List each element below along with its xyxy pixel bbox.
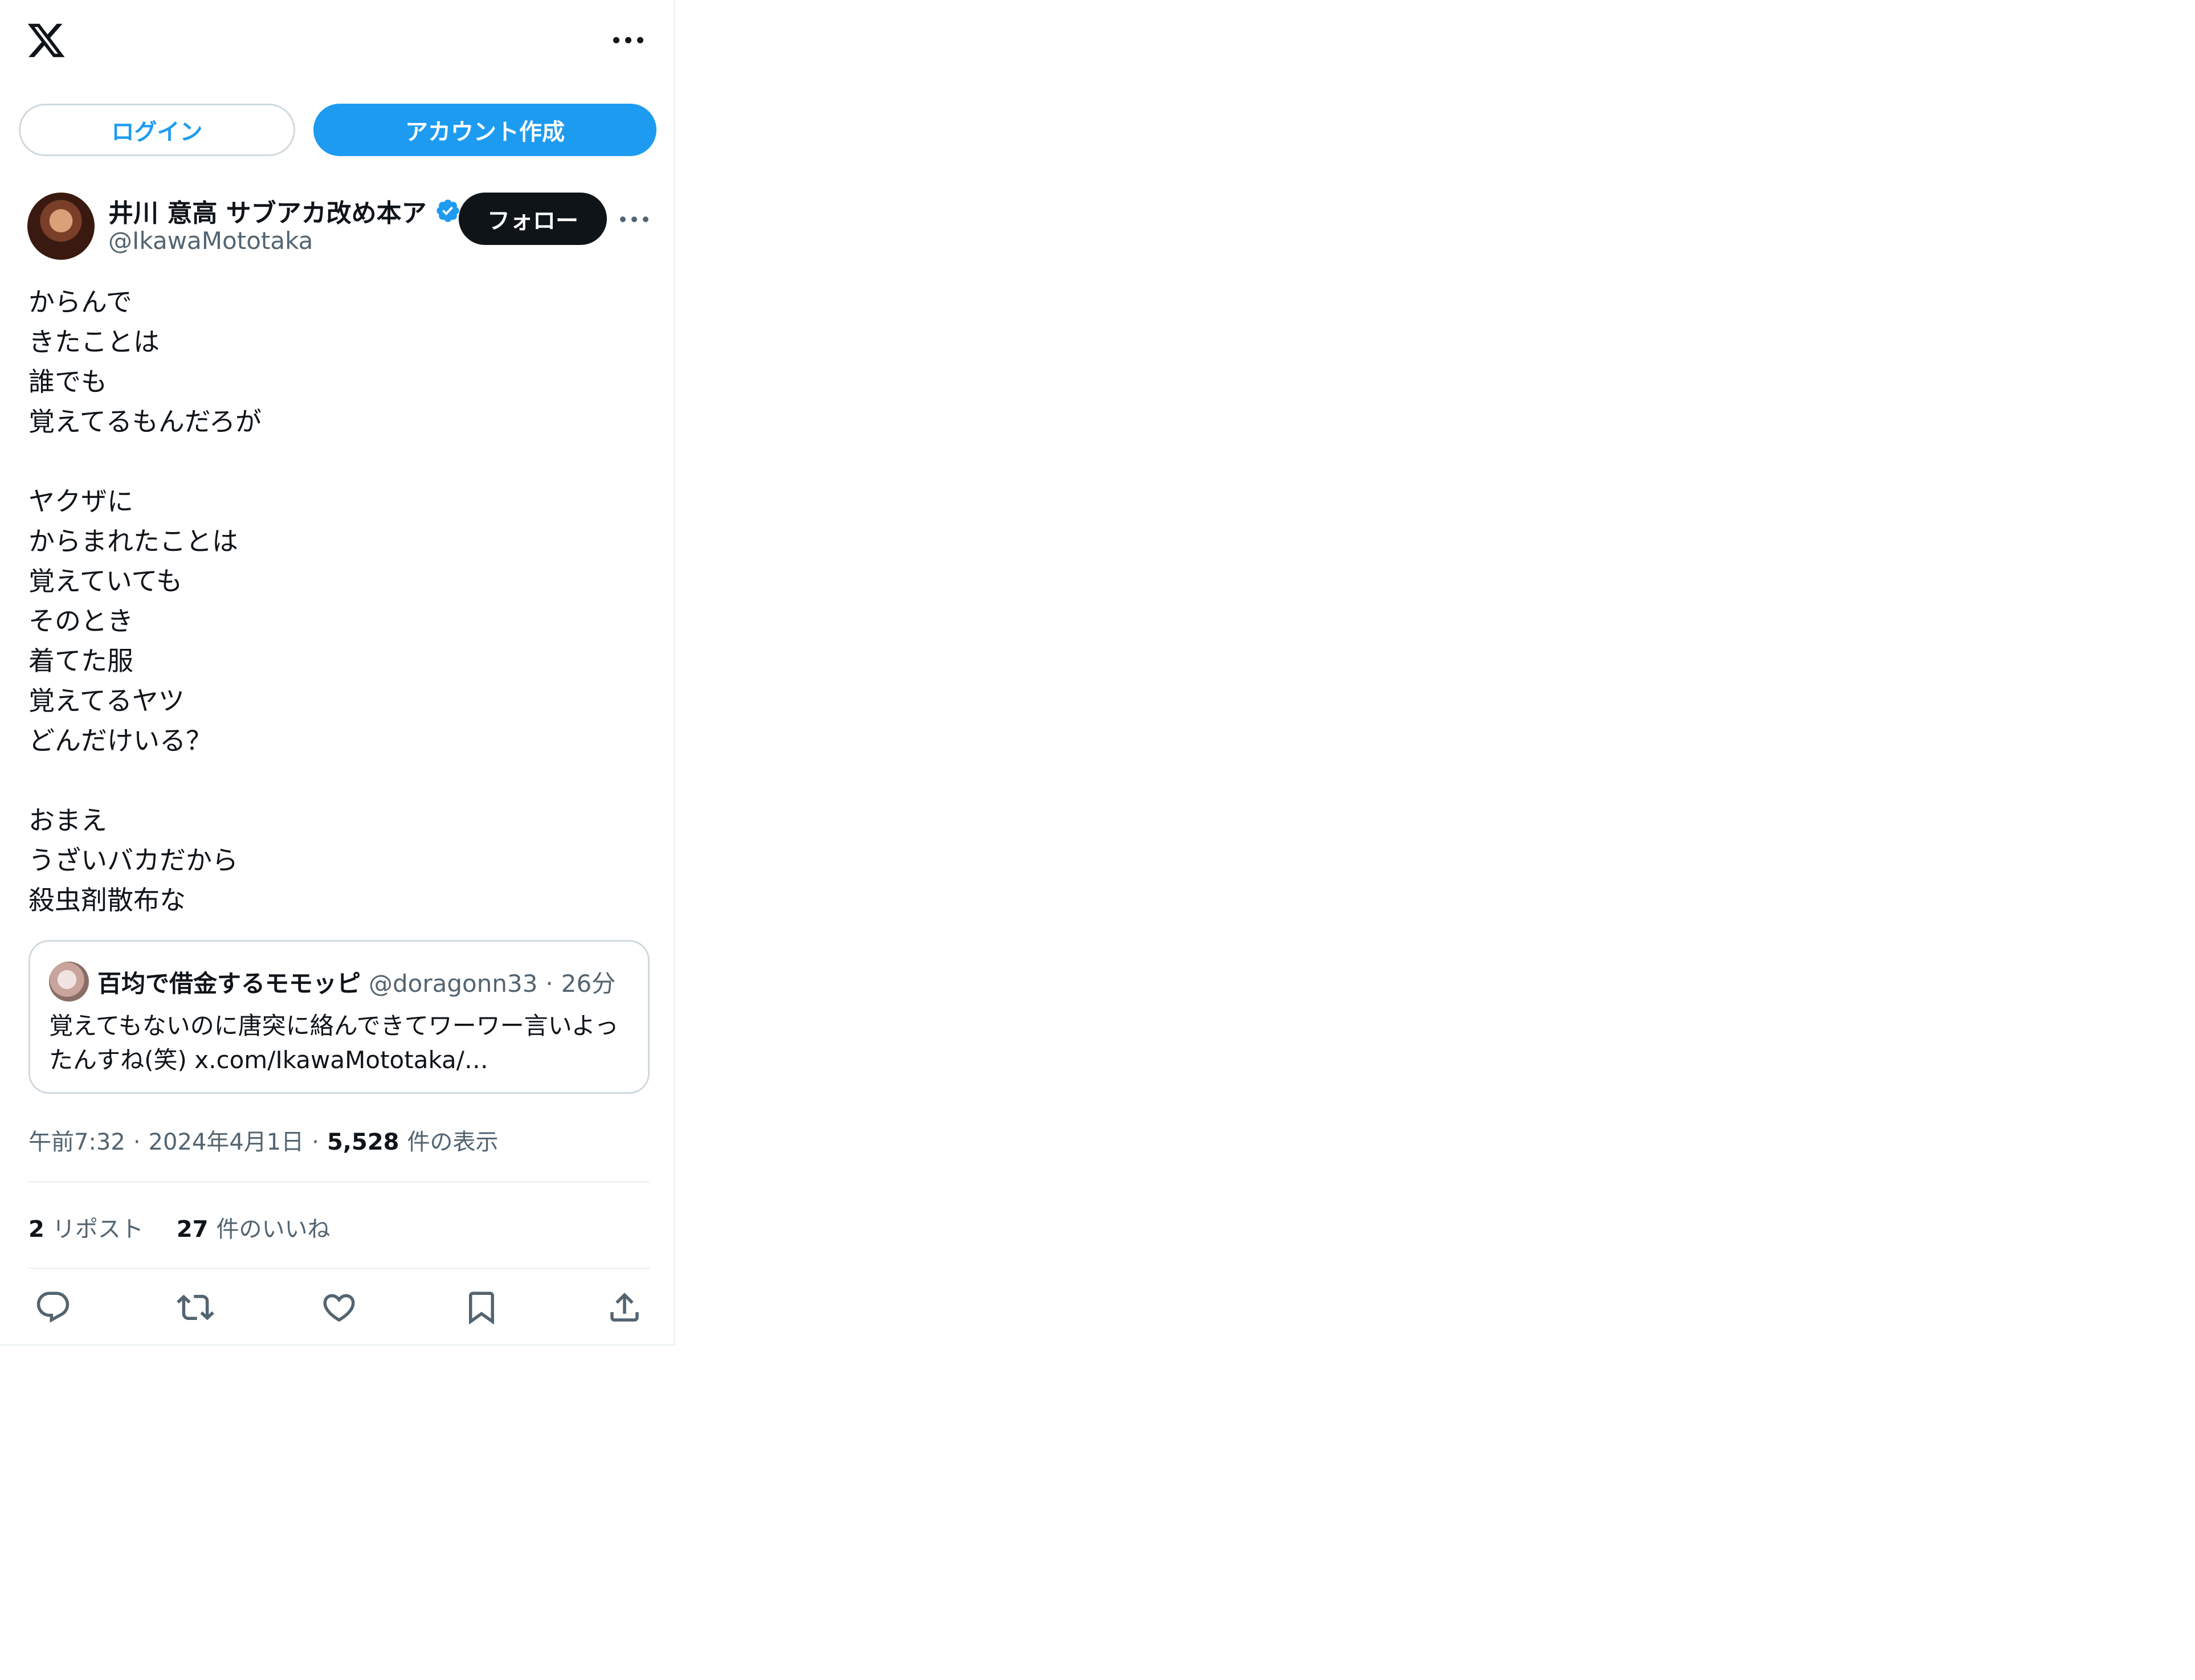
meta-separator-2: ·	[312, 1129, 319, 1155]
reposts-stat[interactable]: 2 リポスト	[28, 1211, 144, 1244]
divider	[28, 1268, 650, 1269]
reply-icon	[36, 1291, 70, 1323]
divider	[28, 1181, 650, 1183]
x-logo-icon[interactable]	[26, 20, 67, 61]
tweet-date[interactable]: 2024年4月1日	[149, 1123, 304, 1156]
quote-time: 26分	[561, 970, 616, 998]
quote-author-handle: @doragonn33	[369, 970, 538, 998]
likes-count: 27	[176, 1216, 209, 1242]
tweet-meta: 午前7:32 · 2024年4月1日 · 5,528 件の表示	[28, 1123, 499, 1156]
quoted-tweet[interactable]: 百均で借金するモモッピ @doragonn33 · 26分 覚えてもないのに唐突…	[28, 940, 650, 1094]
reposts-count: 2	[28, 1216, 44, 1242]
quote-separator: ·	[545, 970, 553, 998]
quote-avatar	[49, 962, 89, 1002]
quote-author-name: 百均で借金するモモッピ	[97, 970, 361, 998]
tweet-card: ログイン アカウント作成 井川 意高 サブアカ改め本ア @IkawaMotota…	[0, 0, 675, 1346]
reposts-label: リポスト	[52, 1216, 144, 1242]
tweet-text: からんで きたことは 誰でも 覚えてるもんだろが ヤクザに からまれたことは 覚…	[28, 287, 262, 915]
bookmark-button[interactable]	[463, 1289, 500, 1326]
share-button[interactable]	[606, 1289, 643, 1326]
like-button[interactable]	[320, 1289, 358, 1326]
login-button[interactable]: ログイン	[19, 104, 295, 156]
heart-icon	[323, 1294, 355, 1322]
meta-separator: ·	[133, 1129, 141, 1155]
author-name[interactable]: 井川 意高 サブアカ改め本ア	[108, 193, 427, 229]
reply-button[interactable]	[34, 1289, 72, 1326]
verified-badge-icon	[436, 199, 459, 222]
tweet-stats: 2 リポスト 27 件のいいね	[28, 1211, 331, 1244]
more-horizontal-icon[interactable]	[613, 31, 644, 48]
signup-button[interactable]: アカウント作成	[313, 104, 656, 156]
follow-button[interactable]: フォロー	[459, 193, 607, 245]
repost-icon	[177, 1294, 214, 1321]
views-label: 件の表示	[407, 1129, 499, 1155]
author-name-row[interactable]: 井川 意高 サブアカ改め本ア	[108, 193, 459, 229]
bookmark-icon	[469, 1291, 494, 1325]
quote-header: 百均で借金するモモッピ @doragonn33 · 26分	[97, 964, 615, 999]
views-count: 5,528	[327, 1129, 399, 1155]
author-avatar[interactable]	[27, 193, 95, 260]
repost-button[interactable]	[177, 1289, 214, 1326]
author-handle[interactable]: @IkawaMototaka	[108, 227, 313, 255]
tweet-more-icon[interactable]	[618, 211, 650, 228]
quote-text: 覚えてもないのに唐突に絡んできてワーワー言いよったんすね(笑) x.com/Ik…	[49, 1012, 619, 1074]
likes-stat[interactable]: 27 件のいいね	[177, 1211, 331, 1244]
likes-label: 件のいいね	[216, 1216, 331, 1242]
tweet-time[interactable]: 午前7:32	[28, 1123, 125, 1156]
share-icon	[610, 1293, 639, 1322]
